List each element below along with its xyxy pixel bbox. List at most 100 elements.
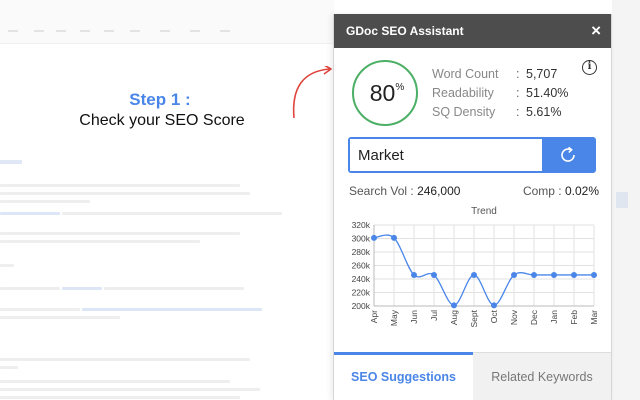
chart-x-tick-label: Sept bbox=[469, 309, 479, 327]
doc-text-line bbox=[0, 308, 80, 311]
metric-colon: : bbox=[516, 67, 520, 81]
chart-x-tick-label: Jul bbox=[429, 310, 439, 321]
doc-text-line bbox=[62, 212, 282, 215]
chart-data-point bbox=[371, 234, 377, 241]
doc-text-line bbox=[104, 287, 244, 290]
metric-value: 5.61% bbox=[526, 105, 562, 119]
chart-x-tick-label: May bbox=[389, 309, 399, 326]
metric-word-count: Word Count:5,707 bbox=[432, 67, 568, 86]
doc-text-line bbox=[0, 192, 250, 195]
toolbar-glyph bbox=[160, 24, 170, 32]
chart-y-tick-label: 280k bbox=[352, 247, 371, 257]
tab-related-keywords[interactable]: Related Keywords bbox=[473, 352, 611, 400]
toolbar-glyph bbox=[8, 24, 18, 32]
doc-text-line bbox=[0, 287, 60, 290]
keyword-search-box bbox=[348, 137, 596, 173]
metric-value: 51.40% bbox=[526, 86, 569, 100]
keyword-input[interactable] bbox=[350, 139, 542, 171]
panel-tabs: SEO Suggestions Related Keywords bbox=[334, 352, 611, 400]
doc-heading-line bbox=[0, 160, 22, 164]
seo-score-circle: 80% bbox=[352, 60, 418, 126]
chart-x-tick-label: Jan bbox=[549, 310, 559, 324]
seo-score-unit: % bbox=[395, 82, 405, 93]
chart-x-tick-label: Aug bbox=[449, 310, 459, 325]
search-volume-label: Search Vol : bbox=[349, 184, 414, 198]
step-description: Check your SEO Score bbox=[79, 112, 245, 129]
chart-y-tick-label: 200k bbox=[352, 301, 371, 311]
chart-y-tick-label: 260k bbox=[352, 261, 371, 271]
metrics-list: Word Count:5,707 Readability:51.40% SQ D… bbox=[432, 67, 568, 124]
chart-data-point bbox=[511, 271, 517, 278]
competition-value: 0.02% bbox=[564, 184, 599, 198]
info-icon[interactable]: i bbox=[582, 60, 597, 75]
chart-x-tick-label: Mar bbox=[589, 310, 599, 325]
refresh-button[interactable] bbox=[542, 139, 594, 171]
toolbar-glyph bbox=[130, 24, 140, 32]
doc-text-line bbox=[0, 232, 240, 235]
close-button[interactable]: × bbox=[591, 21, 601, 41]
seo-score-value: 80 bbox=[369, 80, 396, 106]
toolbar-glyph bbox=[190, 24, 200, 32]
doc-toolbar bbox=[0, 0, 334, 44]
chart-data-point bbox=[591, 271, 597, 278]
seo-score: 80% bbox=[354, 80, 420, 107]
chart-data-point bbox=[451, 302, 457, 309]
chart-x-tick-label: Feb bbox=[569, 310, 579, 325]
chart-data-point bbox=[431, 271, 437, 278]
doc-link-line bbox=[62, 287, 102, 290]
doc-text-line bbox=[0, 396, 240, 399]
doc-text-line bbox=[0, 240, 200, 243]
refresh-icon bbox=[561, 146, 575, 162]
chart-data-point bbox=[491, 302, 497, 309]
doc-text-line bbox=[0, 264, 14, 267]
trend-chart: Trend 200k 220k 240k 260k 280k 300k 320k Apr May J… bbox=[352, 206, 599, 328]
competition-label: Comp : bbox=[522, 184, 562, 198]
doc-text-line bbox=[0, 358, 250, 361]
doc-text-line bbox=[0, 388, 260, 391]
metric-value: 5,707 bbox=[526, 67, 558, 81]
metric-label: Word Count bbox=[432, 67, 499, 81]
chart-y-tick-label: 220k bbox=[352, 288, 371, 298]
metric-label: Readability bbox=[432, 86, 494, 100]
search-volume: Search Vol : 246,000 bbox=[349, 184, 460, 198]
doc-text-line bbox=[0, 380, 230, 383]
metric-colon: : bbox=[516, 86, 520, 100]
toolbar-glyph bbox=[220, 24, 230, 32]
doc-text-line bbox=[0, 366, 18, 369]
step-title: Step 1 : bbox=[129, 90, 191, 109]
metric-sq-density: SQ Density:5.61% bbox=[432, 105, 568, 124]
chart-y-tick-label: 300k bbox=[352, 234, 371, 244]
chart-data-point bbox=[551, 271, 557, 278]
chart-data-point bbox=[411, 271, 417, 278]
chart-x-tick-label: Oct bbox=[489, 309, 499, 323]
chart-x-tick-label: Jun bbox=[409, 310, 419, 324]
chart-data-point bbox=[471, 271, 477, 278]
curved-arrow-icon bbox=[292, 66, 332, 119]
chart-y-tick-label: 240k bbox=[352, 274, 371, 284]
chart-x-tick-label: Apr bbox=[369, 310, 379, 323]
chart-data-point bbox=[531, 271, 537, 278]
tab-seo-suggestions[interactable]: SEO Suggestions bbox=[334, 352, 473, 400]
toolbar-glyph bbox=[104, 24, 114, 32]
metric-label: SQ Density bbox=[432, 105, 496, 119]
panel-title: GDoc SEO Assistant bbox=[346, 24, 464, 38]
doc-text-line bbox=[0, 184, 240, 187]
chart-title: Trend bbox=[471, 206, 497, 217]
chart-x-tick-label: Dec bbox=[529, 309, 539, 325]
search-volume-value: 246,000 bbox=[417, 184, 461, 198]
toolbar-glyph bbox=[34, 24, 44, 32]
doc-side-marker bbox=[616, 192, 628, 208]
chart-series-line bbox=[373, 234, 594, 306]
chart-data-point bbox=[391, 234, 397, 241]
chart-y-tick-label: 320k bbox=[352, 220, 371, 230]
panel-header: GDoc SEO Assistant × bbox=[334, 14, 611, 48]
chart-data-point bbox=[571, 271, 577, 278]
seo-assistant-panel: GDoc SEO Assistant × 80% Word Count:5,70… bbox=[333, 14, 612, 400]
chart-x-tick-label: Nov bbox=[509, 309, 519, 325]
doc-link-line bbox=[0, 212, 60, 215]
doc-text-line bbox=[0, 200, 90, 203]
metric-colon: : bbox=[516, 105, 520, 119]
competition: Comp : 0.02% bbox=[523, 184, 599, 198]
toolbar-glyph bbox=[56, 24, 66, 32]
doc-text-line bbox=[0, 316, 120, 319]
